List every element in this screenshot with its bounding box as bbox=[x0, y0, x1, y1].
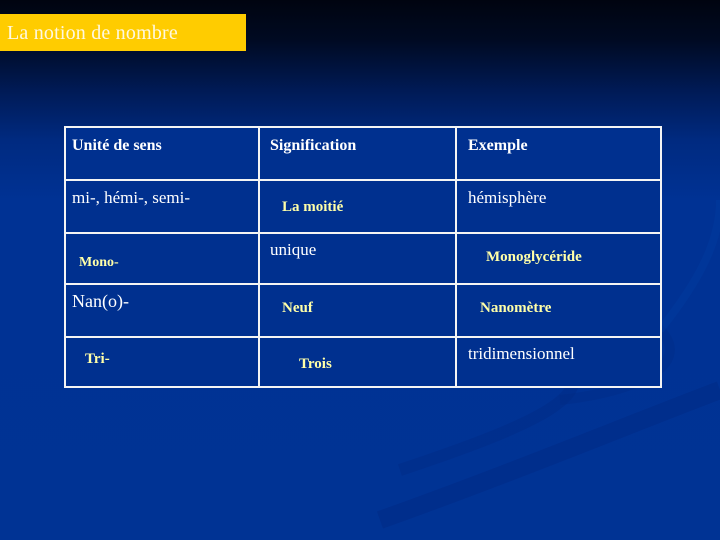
header-unite-de-sens: Unité de sens bbox=[72, 137, 162, 154]
table-cell-prefix: Mono- bbox=[79, 255, 119, 270]
row-divider bbox=[66, 179, 660, 181]
table-cell-meaning: Neuf bbox=[282, 300, 313, 316]
column-divider bbox=[455, 128, 457, 386]
table-cell-meaning: La moitié bbox=[282, 199, 344, 215]
table-cell-example: hémisphère bbox=[468, 188, 547, 207]
prefix-table: Unité de sens Signification Exemple mi-,… bbox=[64, 126, 662, 388]
table-cell-meaning: unique bbox=[270, 240, 317, 259]
row-divider bbox=[66, 232, 660, 234]
table-cell-example: Nanomètre bbox=[480, 300, 552, 316]
row-divider bbox=[66, 283, 660, 285]
table-cell-prefix: mi-, hémi-, semi- bbox=[72, 188, 191, 207]
table-cell-prefix: Nan(o)- bbox=[72, 291, 129, 311]
slide-title-banner: La notion de nombre bbox=[0, 14, 246, 51]
header-signification: Signification bbox=[270, 137, 357, 154]
table-cell-prefix: Tri- bbox=[85, 351, 110, 367]
table-cell-example: tridimensionnel bbox=[468, 344, 575, 363]
slide-title: La notion de nombre bbox=[7, 22, 178, 44]
header-exemple: Exemple bbox=[468, 137, 528, 154]
row-divider bbox=[66, 336, 660, 338]
table-cell-meaning: Trois bbox=[299, 356, 332, 372]
column-divider bbox=[258, 128, 260, 386]
table-cell-example: Monoglycéride bbox=[486, 249, 582, 265]
